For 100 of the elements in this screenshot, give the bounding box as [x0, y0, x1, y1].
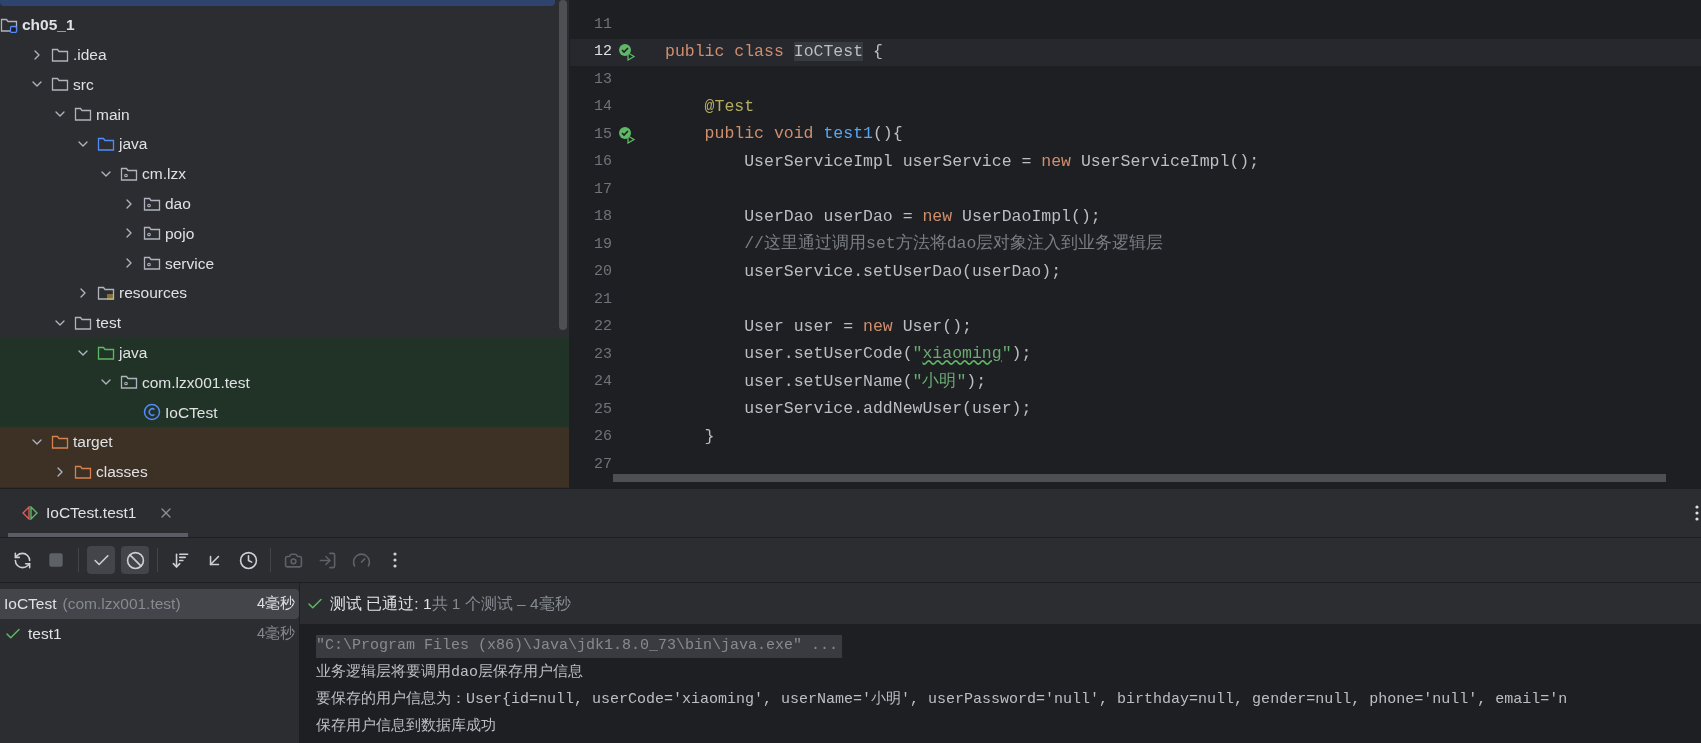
- test-row[interactable]: IoCTest (com.lzx001.test) 4毫秒: [0, 589, 299, 619]
- code-text: user.setUserCode("xiaoming");: [743, 343, 1032, 366]
- tree-item[interactable]: test: [0, 307, 569, 338]
- line-number: 21: [593, 289, 612, 310]
- tree-item-label: main: [96, 104, 130, 125]
- package-icon: [143, 225, 161, 242]
- code-text: userService.addNewUser(user);: [743, 398, 1032, 421]
- line-number: 27: [593, 454, 612, 475]
- folder-icon: [74, 463, 92, 480]
- folder-icon: [74, 314, 92, 331]
- package-icon: [120, 165, 138, 182]
- tree-item[interactable]: resources: [0, 278, 569, 308]
- package-icon: [143, 195, 161, 212]
- line-number: 17: [593, 179, 612, 200]
- test-name: test1: [28, 624, 62, 645]
- tree-item-label: resources: [119, 283, 188, 304]
- folder-icon: [74, 106, 92, 123]
- console-line: 保存用户信息到数据库成功: [316, 716, 496, 738]
- code-text: public void test1(){: [703, 123, 903, 146]
- tree-item-label: target: [73, 432, 113, 453]
- line-number: 24: [593, 372, 612, 392]
- test-summary: 共 1 个测试 – 4毫秒: [431, 593, 571, 614]
- tree-item[interactable]: pojo: [0, 218, 569, 249]
- tree-item[interactable]: src: [0, 69, 569, 100]
- test-status: 测试 已通过: 1: [330, 593, 432, 614]
- code-text: //这里通过调用set方法将dao层对象注入到业务逻辑层: [743, 233, 1164, 256]
- tree-item[interactable]: .idea: [0, 39, 569, 70]
- camera-icon: [283, 550, 303, 570]
- code-text: @Test: [703, 95, 755, 118]
- line-number: 23: [593, 344, 612, 365]
- tree-item-label: java: [119, 343, 148, 364]
- more-icon: [393, 552, 397, 568]
- tree-item[interactable]: main: [0, 99, 569, 130]
- stop-icon: [48, 552, 64, 568]
- line-number: 22: [593, 317, 612, 337]
- tree-item[interactable]: target: [0, 427, 569, 457]
- tree-item-label: IoCTest: [165, 402, 218, 423]
- run-config-icon: [22, 506, 38, 520]
- package-icon: [143, 255, 161, 272]
- folder-icon: [51, 46, 69, 63]
- tree-item[interactable]: com.lzx001.test: [0, 367, 569, 398]
- line-number: 13: [593, 69, 612, 90]
- test-duration: 4毫秒: [256, 594, 295, 614]
- show-passed-toggle[interactable]: [87, 546, 115, 574]
- code-text: User user = new User();: [743, 315, 972, 338]
- tree-item[interactable]: service: [0, 248, 569, 279]
- code-text: UserServiceImpl userService = new UserServiceImpl();: [743, 150, 1260, 173]
- scrollbar-thumb[interactable]: [559, 0, 567, 330]
- tree-item[interactable]: ch05_1: [0, 10, 569, 40]
- line-number: 11: [593, 14, 612, 35]
- tree-item-label: test: [96, 313, 121, 334]
- tree-item[interactable]: cm.lzx: [0, 159, 569, 189]
- tree-item[interactable]: java: [0, 337, 569, 368]
- code-text: }: [703, 425, 715, 448]
- line-number: 26: [593, 427, 612, 447]
- line-number: 12: [593, 42, 612, 62]
- line-number: 25: [593, 399, 612, 420]
- show-ignored-icon: [125, 550, 145, 570]
- show-ignored-toggle[interactable]: [121, 546, 149, 574]
- tree-item-label: pojo: [165, 223, 195, 244]
- code-text: UserDao userDao = new UserDaoImpl();: [743, 205, 1101, 228]
- code-text: userService.setUserDao(userDao);: [743, 260, 1062, 283]
- console-line: 要保存的用户信息为：User{id=null, userCode='xiaoming', userName='小明', userPassword='null', birthday=null, gender=null, phone='null', email='n: [316, 689, 1568, 711]
- tree-item-label: classes: [96, 462, 148, 483]
- tree-item-label: cm.lzx: [142, 164, 186, 185]
- line-number: 14: [593, 97, 612, 117]
- line-number: 15: [593, 124, 612, 145]
- console-line: 业务逻辑层将要调用dao层保存用户信息: [316, 662, 583, 684]
- tree-item-label: dao: [165, 194, 191, 215]
- gauge-icon: [351, 550, 371, 570]
- tree-item-label: src: [73, 74, 94, 95]
- tree-item[interactable]: java: [0, 129, 569, 159]
- sort-icon: [170, 550, 190, 570]
- folder-icon: [97, 344, 115, 361]
- console-command: "C:\Program Files (x86)\Java\jdk1.8.0_73\bin\java.exe" ...: [316, 635, 843, 658]
- folder-icon: [51, 434, 69, 451]
- tree-item-label: com.lzx001.test: [142, 372, 250, 393]
- tree-item-label: service: [165, 253, 215, 274]
- test-package: (com.lzx001.test): [62, 594, 181, 615]
- line-number: 20: [593, 262, 612, 282]
- package-icon: [120, 374, 138, 391]
- horizontal-scrollbar[interactable]: [613, 474, 1666, 482]
- class-icon: [143, 403, 161, 422]
- code-text: public class IoCTest {: [665, 40, 883, 63]
- run-tab[interactable]: IoCTest.test1: [8, 489, 189, 537]
- run-check-icon[interactable]: [618, 43, 636, 62]
- folder-icon: [97, 285, 115, 302]
- tree-item[interactable]: IoCTest: [0, 397, 569, 428]
- line-number: 16: [593, 152, 612, 172]
- tree-item[interactable]: classes: [0, 456, 569, 487]
- tree-item[interactable]: dao: [0, 188, 569, 219]
- folder-icon: [97, 136, 115, 153]
- test-name: IoCTest: [4, 594, 57, 615]
- rerun-icon: [12, 550, 32, 570]
- more-options-icon[interactable]: [1695, 505, 1699, 521]
- tree-item-label: .idea: [73, 45, 107, 66]
- import-icon: [317, 550, 337, 570]
- run-check-icon[interactable]: [618, 125, 636, 144]
- code-text: user.setUserName("小明");: [743, 370, 987, 393]
- test-row[interactable]: test1 4毫秒: [0, 619, 299, 649]
